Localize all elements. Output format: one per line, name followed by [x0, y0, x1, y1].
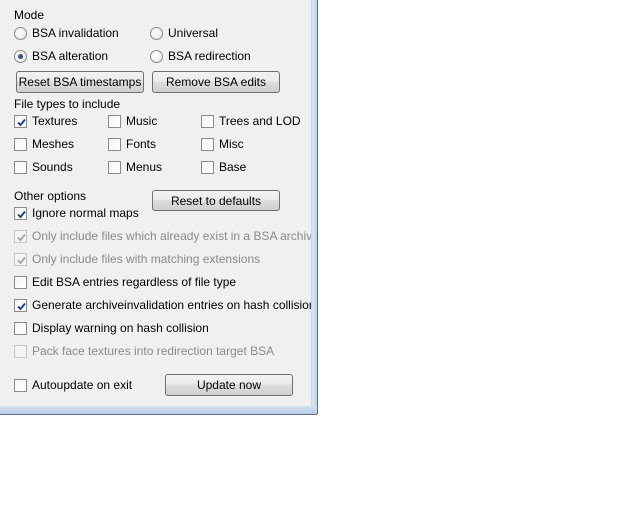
checkbox-box[interactable]	[201, 114, 214, 128]
radio-label: BSA alteration	[32, 49, 109, 63]
checkbox-box[interactable]	[108, 137, 121, 151]
checkbox-box[interactable]	[14, 114, 27, 128]
checkmark-icon	[17, 118, 26, 126]
remove-bsa-edits-button[interactable]: Remove BSA edits	[152, 71, 280, 93]
window-frame-bottom	[0, 406, 317, 415]
checkbox-label: Generate archiveinvalidation entries on …	[32, 298, 316, 312]
checkbox-box[interactable]	[14, 298, 27, 312]
checkbox-label: Pack face textures into redirection targ…	[32, 344, 275, 358]
checkbox-autoupdate-on-exit[interactable]: Autoupdate on exit	[14, 377, 132, 393]
radio-label: Universal	[168, 26, 219, 40]
checkbox-label: Ignore normal maps	[32, 206, 139, 220]
checkbox-box[interactable]	[108, 114, 121, 128]
mode-label: Mode	[14, 8, 45, 22]
checkbox-sounds[interactable]: Sounds	[14, 159, 73, 175]
checkbox-label: Music	[126, 114, 158, 128]
checkbox-pack-face-textures: Pack face textures into redirection targ…	[14, 343, 274, 359]
checkbox-label: Display warning on hash collision	[32, 321, 209, 335]
checkbox-fonts[interactable]: Fonts	[108, 136, 156, 152]
checkbox-menus[interactable]: Menus	[108, 159, 162, 175]
checkbox-display-warning[interactable]: Display warning on hash collision	[14, 320, 209, 336]
checkbox-label: Autoupdate on exit	[32, 378, 133, 392]
checkbox-box	[14, 344, 27, 358]
checkbox-meshes[interactable]: Meshes	[14, 136, 74, 152]
other-options-label: Other options	[14, 189, 87, 203]
checkbox-label: Only include files with matching extensi…	[32, 252, 261, 266]
checkbox-box[interactable]	[108, 160, 121, 174]
radio-universal[interactable]: Universal	[150, 25, 218, 41]
checkbox-box[interactable]	[14, 321, 27, 335]
checkbox-box	[14, 229, 27, 243]
checkbox-label: Menus	[126, 160, 163, 174]
checkbox-box[interactable]	[14, 206, 27, 220]
checkbox-label: Misc	[219, 137, 244, 151]
reset-bsa-timestamps-button[interactable]: Reset BSA timestamps	[16, 71, 144, 93]
radio-indicator[interactable]	[14, 26, 27, 40]
checkmark-icon	[17, 233, 26, 241]
radio-label: BSA redirection	[168, 49, 251, 63]
checkbox-box[interactable]	[201, 160, 214, 174]
checkbox-generate-archiveinvalidation[interactable]: Generate archiveinvalidation entries on …	[14, 297, 316, 313]
checkbox-label: Trees and LOD	[219, 114, 301, 128]
checkbox-box[interactable]	[14, 160, 27, 174]
radio-bsa-invalidation[interactable]: BSA invalidation	[14, 25, 119, 41]
checkbox-box[interactable]	[14, 378, 27, 392]
checkbox-box[interactable]	[14, 275, 27, 289]
checkbox-music[interactable]: Music	[108, 113, 157, 129]
checkbox-trees-and-lod[interactable]: Trees and LOD	[201, 113, 301, 129]
checkbox-label: Meshes	[32, 137, 75, 151]
checkbox-base[interactable]: Base	[201, 159, 246, 175]
checkbox-label: Base	[219, 160, 247, 174]
checkbox-box[interactable]	[14, 137, 27, 151]
checkmark-icon	[17, 256, 26, 264]
radio-bsa-alteration[interactable]: BSA alteration	[14, 48, 108, 64]
settings-window: Mode BSA invalidation Universal BSA alte…	[0, 0, 319, 406]
radio-label: BSA invalidation	[32, 26, 119, 40]
checkbox-box[interactable]	[201, 137, 214, 151]
radio-bsa-redirection[interactable]: BSA redirection	[150, 48, 251, 64]
checkbox-label: Edit BSA entries regardless of file type	[32, 275, 237, 289]
file-types-label: File types to include	[14, 97, 121, 111]
radio-indicator[interactable]	[150, 49, 163, 63]
checkbox-textures[interactable]: Textures	[14, 113, 77, 129]
checkbox-label: Fonts	[126, 137, 157, 151]
checkmark-icon	[17, 302, 26, 310]
checkmark-icon	[17, 210, 26, 218]
checkbox-ignore-normal-maps[interactable]: Ignore normal maps	[14, 205, 139, 221]
radio-indicator-selected[interactable]	[14, 49, 27, 63]
checkbox-misc[interactable]: Misc	[201, 136, 244, 152]
window-frame-right	[311, 0, 318, 414]
checkbox-label: Textures	[32, 114, 78, 128]
checkbox-matching-extensions: Only include files with matching extensi…	[14, 251, 260, 267]
update-now-button[interactable]: Update now	[165, 374, 293, 396]
checkbox-label: Only include files which already exist i…	[32, 229, 319, 243]
checkbox-only-existing-in-bsa: Only include files which already exist i…	[14, 228, 319, 244]
reset-to-defaults-button[interactable]: Reset to defaults	[152, 190, 280, 211]
checkbox-box	[14, 252, 27, 266]
radio-indicator[interactable]	[150, 26, 163, 40]
checkbox-label: Sounds	[32, 160, 73, 174]
checkbox-edit-bsa-entries[interactable]: Edit BSA entries regardless of file type	[14, 274, 236, 290]
